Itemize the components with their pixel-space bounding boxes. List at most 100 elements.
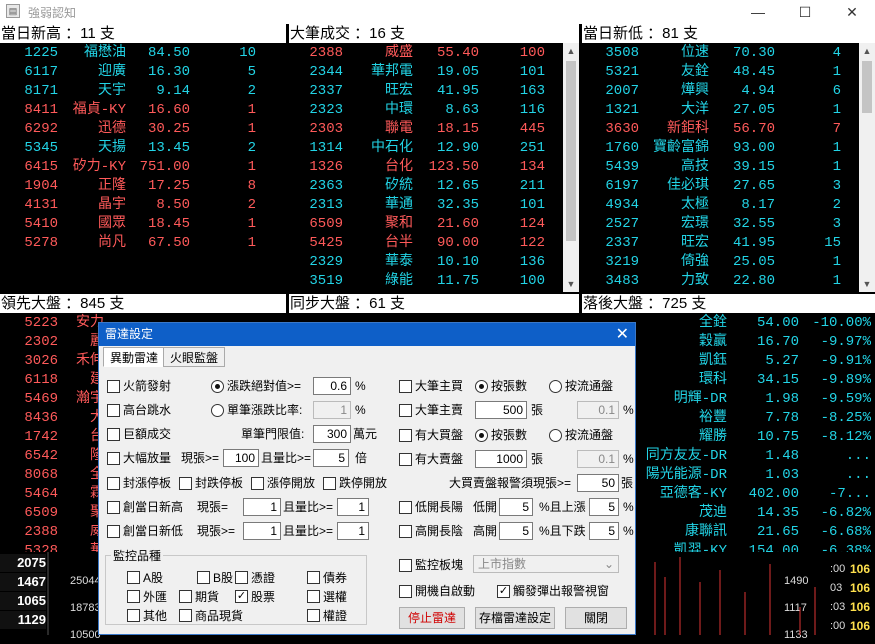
list-item[interactable]: 5345 天揚 13.45 2 <box>0 139 286 158</box>
nl-ratio-input[interactable]: 1 <box>337 522 369 540</box>
list-item[interactable]: 3508 位速 70.30 4 <box>582 44 875 63</box>
list-item[interactable]: 8171 天宇 9.14 2 <box>0 82 286 101</box>
dialog-close-button[interactable]: 關閉 <box>565 607 627 629</box>
list-item[interactable]: 3630 新鉅科 56.70 7 <box>582 120 875 139</box>
up-input[interactable]: 5 <box>589 498 619 516</box>
lock-down-checkbox[interactable] <box>179 477 192 490</box>
scroll-thumb[interactable] <box>566 61 576 241</box>
monitor-checkbox[interactable] <box>307 590 320 603</box>
threshold-input[interactable]: 300 <box>313 425 351 443</box>
single-rise-radio[interactable] <box>211 404 224 417</box>
low-shadow-checkbox[interactable] <box>399 501 412 514</box>
minimize-button[interactable]: — <box>735 0 781 24</box>
huge-vol-checkbox[interactable] <box>107 428 120 441</box>
has-big-sell-checkbox[interactable] <box>399 453 412 466</box>
big-buy-checkbox[interactable] <box>399 380 412 393</box>
popup-checkbox[interactable]: ✓ <box>497 585 510 598</box>
has-big-sell-input[interactable]: 1000 <box>475 450 527 468</box>
dialog-close-icon[interactable]: ✕ <box>616 324 629 345</box>
tab-fire-eye[interactable]: 火眼監盤 <box>163 347 226 367</box>
maximize-button[interactable]: ☐ <box>782 0 828 24</box>
list-item[interactable]: 2329 華泰 10.10 136 <box>289 253 579 272</box>
list-item[interactable]: 6197 佳必琪 27.65 3 <box>582 177 875 196</box>
list-item[interactable]: 1904 正隆 17.25 8 <box>0 177 286 196</box>
float-input[interactable]: 0.1 <box>577 401 619 419</box>
up-open-checkbox[interactable] <box>251 477 264 490</box>
scrollbar[interactable]: ▲ ▼ <box>563 43 579 292</box>
monitor-checkbox[interactable] <box>307 609 320 622</box>
scroll-up-icon[interactable]: ▲ <box>859 43 875 59</box>
board-select[interactable]: 上市指數 ⌄ <box>473 555 619 573</box>
list-item[interactable]: 2344 華邦電 19.05 101 <box>289 63 579 82</box>
monitor-checkbox[interactable]: ✓ <box>235 590 248 603</box>
big-sell-checkbox[interactable] <box>399 404 412 417</box>
list-item[interactable]: 3483 力致 22.80 1 <box>582 272 875 291</box>
monitor-checkbox[interactable] <box>307 571 320 584</box>
by-qty-radio[interactable] <box>475 380 488 393</box>
nl-now-input[interactable]: 1 <box>243 522 281 540</box>
list-item[interactable]: 2323 中環 8.63 116 <box>289 101 579 120</box>
scrollbar[interactable]: ▲ ▼ <box>859 43 875 292</box>
monitor-checkbox[interactable] <box>235 571 248 584</box>
list-item[interactable]: 2527 宏璟 32.55 3 <box>582 215 875 234</box>
list-item[interactable]: 2363 矽統 12.65 211 <box>289 177 579 196</box>
high-jump-checkbox[interactable] <box>107 404 120 417</box>
list-item[interactable]: 5439 高技 39.15 1 <box>582 158 875 177</box>
low-input[interactable]: 5 <box>499 498 533 516</box>
list-item[interactable]: 5425 台半 90.00 122 <box>289 234 579 253</box>
list-item[interactable]: 6117 迎廣 16.30 5 <box>0 63 286 82</box>
save-radar-button[interactable]: 存檔雷達設定 <box>475 607 555 629</box>
alert-input[interactable]: 50 <box>577 474 619 492</box>
has-big-buy-checkbox[interactable] <box>399 429 412 442</box>
list-item[interactable]: 5410 國眾 18.45 1 <box>0 215 286 234</box>
list-item[interactable]: 1760 寶齡富錦 93.00 1 <box>582 139 875 158</box>
by-float-radio-2[interactable] <box>549 429 562 442</box>
scroll-up-icon[interactable]: ▲ <box>563 43 579 59</box>
big-vol-checkbox[interactable] <box>107 452 120 465</box>
list-item[interactable]: 2337 旺宏 41.95 163 <box>289 82 579 101</box>
monitor-checkbox[interactable] <box>197 571 210 584</box>
monitor-checkbox[interactable] <box>179 609 192 622</box>
down-input[interactable]: 5 <box>589 522 619 540</box>
list-item[interactable]: 6292 迅德 30.25 1 <box>0 120 286 139</box>
list-item[interactable]: 1314 中石化 12.90 251 <box>289 139 579 158</box>
rise-abs-radio[interactable] <box>211 380 224 393</box>
by-qty-radio-2[interactable] <box>475 429 488 442</box>
ratio-input[interactable]: 5 <box>313 449 349 467</box>
tab-anomaly-radar[interactable]: 異動雷達 <box>103 347 166 367</box>
list-item[interactable]: 4131 晶宇 8.50 2 <box>0 196 286 215</box>
high-shadow-checkbox[interactable] <box>399 525 412 538</box>
startup-checkbox[interactable] <box>399 585 412 598</box>
nh-ratio-input[interactable]: 1 <box>337 498 369 516</box>
list-item[interactable]: 4934 太極 8.17 2 <box>582 196 875 215</box>
list-item[interactable]: 1326 台化 123.50 134 <box>289 158 579 177</box>
close-button[interactable]: ✕ <box>829 0 875 24</box>
list-item[interactable]: 1321 大洋 27.05 1 <box>582 101 875 120</box>
list-item[interactable]: 3519 綠能 11.75 100 <box>289 272 579 291</box>
stop-radar-button[interactable]: 停止雷達 <box>399 607 465 629</box>
nh-now-input[interactable]: 1 <box>243 498 281 516</box>
scroll-down-icon[interactable]: ▼ <box>563 276 579 292</box>
rise-abs-input[interactable]: 0.6 <box>313 377 351 395</box>
list-item[interactable]: 5321 友銓 48.45 1 <box>582 63 875 82</box>
rocket-checkbox[interactable] <box>107 380 120 393</box>
list-item[interactable]: 5278 尚凡 67.50 1 <box>0 234 286 253</box>
list-item[interactable]: 2007 燁興 4.94 6 <box>582 82 875 101</box>
list-item[interactable]: 6415 矽力-KY 751.00 1 <box>0 158 286 177</box>
by-float-radio[interactable] <box>549 380 562 393</box>
scroll-thumb[interactable] <box>862 61 872 113</box>
monitor-checkbox[interactable] <box>127 571 140 584</box>
high-input[interactable]: 5 <box>499 522 533 540</box>
down-open-checkbox[interactable] <box>323 477 336 490</box>
now-input[interactable]: 100 <box>223 449 259 467</box>
list-item[interactable]: 2313 華通 32.35 101 <box>289 196 579 215</box>
new-low-checkbox[interactable] <box>107 525 120 538</box>
monitor-checkbox[interactable] <box>127 609 140 622</box>
single-rise-input[interactable]: 1 <box>313 401 351 419</box>
big-sell-input[interactable]: 500 <box>475 401 527 419</box>
lock-up-checkbox[interactable] <box>107 477 120 490</box>
monitor-checkbox[interactable] <box>127 590 140 603</box>
list-item[interactable]: 3219 倚強 25.05 1 <box>582 253 875 272</box>
list-item[interactable]: 2337 旺宏 41.95 15 <box>582 234 875 253</box>
list-item[interactable]: 6509 聚和 21.60 124 <box>289 215 579 234</box>
